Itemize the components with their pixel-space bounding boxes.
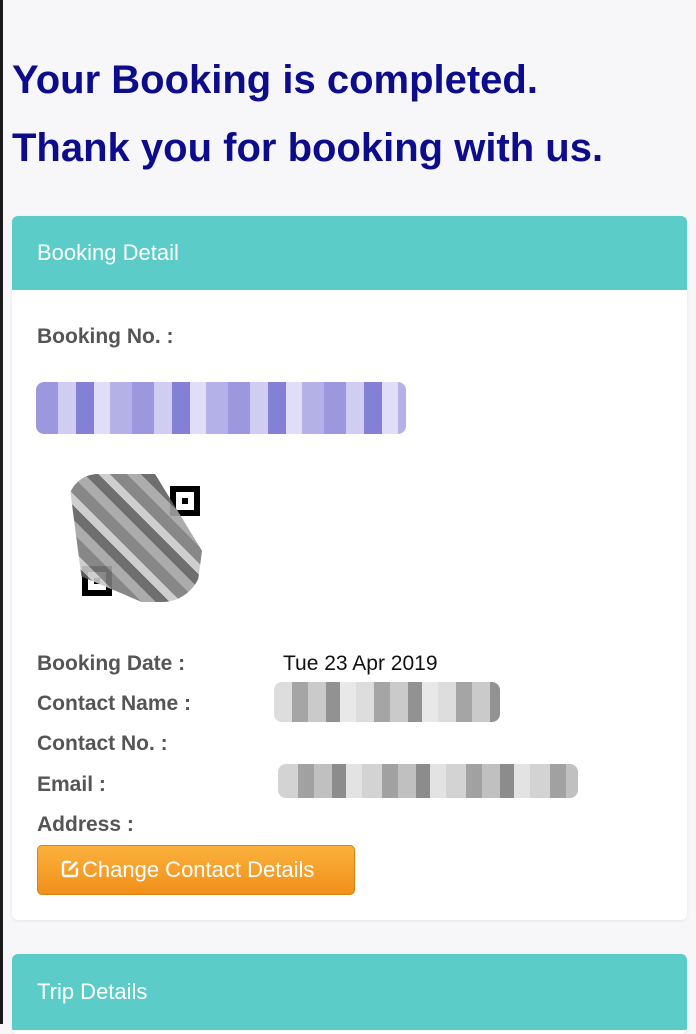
trip-details-header[interactable]: Trip Details bbox=[12, 954, 687, 1030]
edit-icon bbox=[60, 848, 80, 878]
booking-date-value: Tue 23 Apr 2019 bbox=[283, 652, 438, 675]
booking-detail-header: Booking Detail bbox=[12, 216, 687, 290]
booking-qr-code bbox=[68, 474, 202, 602]
booking-date-label: Booking Date : bbox=[37, 652, 186, 675]
booking-no-label: Booking No. : bbox=[37, 325, 174, 348]
trip-details-panel: Trip Details bbox=[12, 954, 687, 1034]
booking-detail-panel: Booking Detail Booking No. : Booking Dat… bbox=[12, 216, 687, 920]
contact-name-label: Contact Name : bbox=[37, 692, 192, 715]
booking-no-value-redacted bbox=[36, 382, 406, 434]
contact-name-value-redacted bbox=[274, 682, 500, 722]
change-contact-details-label: Change Contact Details bbox=[82, 857, 315, 882]
address-label: Address : bbox=[37, 813, 134, 836]
left-edge-rule bbox=[0, 0, 3, 1024]
contact-no-label: Contact No. : bbox=[37, 732, 168, 755]
email-value-redacted bbox=[278, 764, 578, 798]
change-contact-details-button[interactable]: Change Contact Details bbox=[37, 845, 355, 895]
thank-you-heading: Thank you for booking with us. bbox=[12, 126, 604, 170]
email-label: Email : bbox=[37, 773, 106, 796]
completion-heading: Your Booking is completed. bbox=[12, 58, 538, 102]
